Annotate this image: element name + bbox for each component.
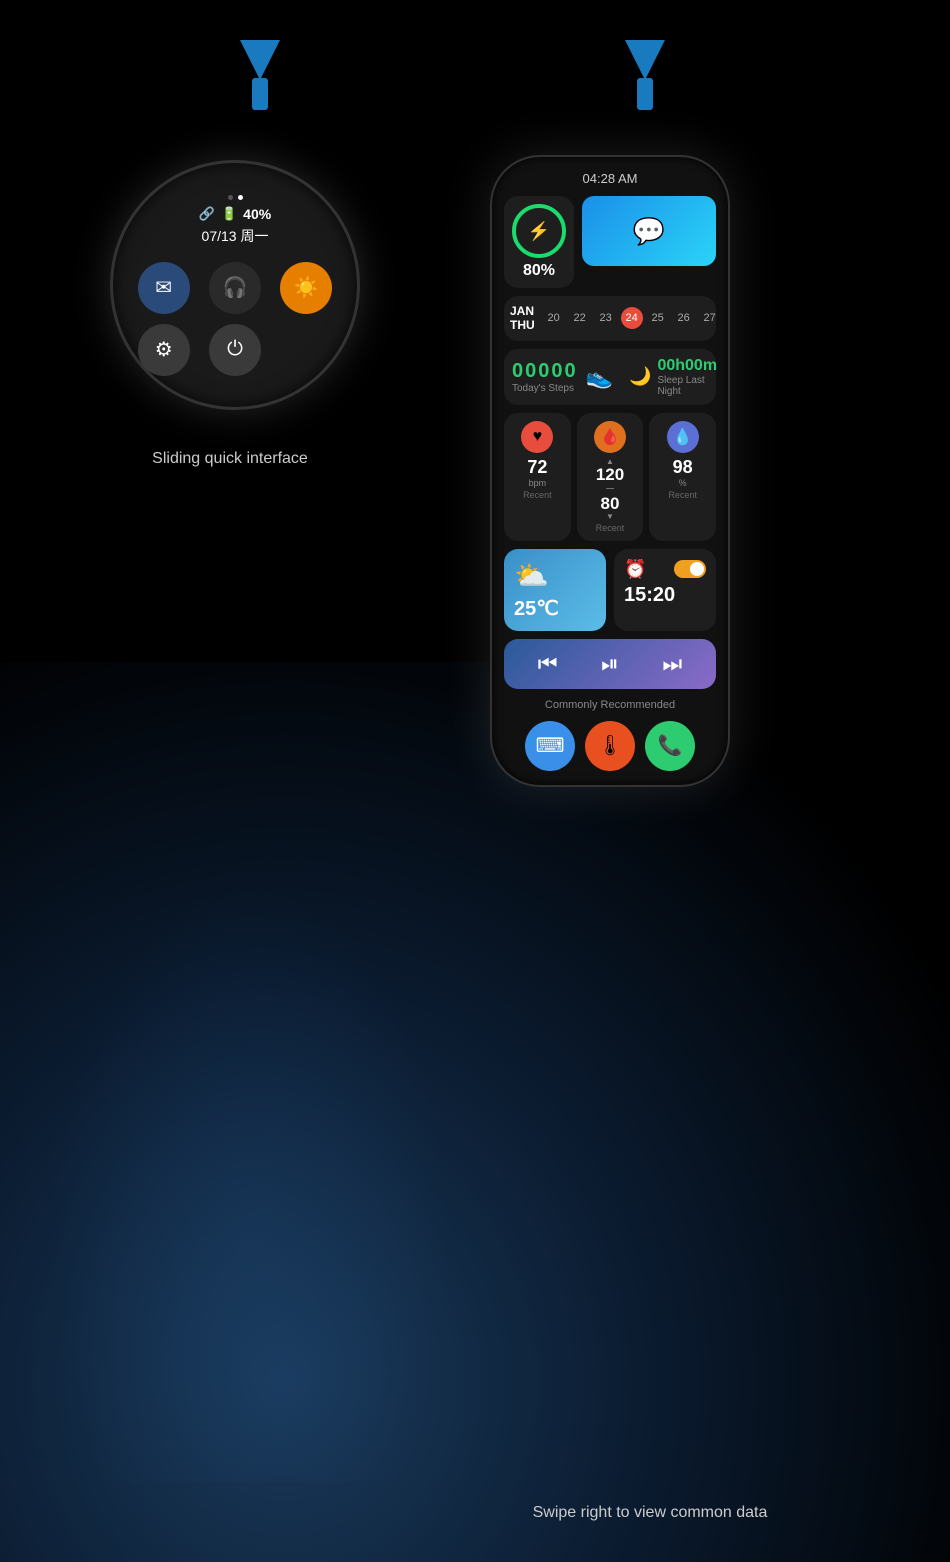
sleep-icon: 🌙 <box>629 366 651 387</box>
bp-icon: 🩸 <box>594 421 626 453</box>
arrow-down-right <box>615 30 675 110</box>
steps-value: 00000 <box>512 360 578 383</box>
charging-widget[interactable]: ⚡ 80% <box>504 196 574 288</box>
steps-label: Today's Steps <box>512 383 578 394</box>
steps-icon: 👟 <box>586 364 613 390</box>
weather-temp: 25℃ <box>514 596 559 621</box>
cal-date-22: 22 <box>569 307 591 329</box>
bp-widget[interactable]: 🩸 ▲ 120 ─ 80 ▼ Recent <box>577 413 644 541</box>
bp-label: Recent <box>596 523 625 533</box>
health-metrics: ♥ 72 bpm Recent 🩸 ▲ 120 ─ 80 ▼ Recent 💧 <box>504 413 716 541</box>
bp-values: ▲ 120 ─ 80 ▼ <box>596 457 624 521</box>
band-time: 04:28 AM <box>504 171 716 186</box>
arrow-down-left <box>230 30 290 110</box>
bp-divider: ─ <box>606 483 614 495</box>
heart-rate-value: 72 <box>527 457 547 478</box>
weather-alarm-row: ⛅ 25℃ ⏰ 15:20 <box>504 549 716 631</box>
watch-settings-icon[interactable]: ⚙ <box>138 324 190 376</box>
battery-icon: 🔋 <box>221 206 237 222</box>
alarm-time: 15:20 <box>624 584 706 607</box>
sleep-label: Sleep Last Night <box>657 375 717 397</box>
link-icon: 🔗 <box>199 206 215 222</box>
chat-widget[interactable]: 💬 <box>582 196 716 266</box>
cal-date-20: 20 <box>543 307 565 329</box>
heart-rate-widget[interactable]: ♥ 72 bpm Recent <box>504 413 571 541</box>
watch-status-bar: 🔗 🔋 40% <box>133 206 337 222</box>
spo2-unit: % <box>679 478 687 488</box>
cal-date-27: 27 <box>699 307 721 329</box>
watch-bluetooth-icon[interactable]: 🎧 <box>209 262 261 314</box>
battery-percent: 40% <box>243 206 271 222</box>
bp-diastolic: 80 <box>601 495 620 512</box>
music-play-button[interactable]: ⏯ <box>601 651 619 677</box>
watch-date: 07/13 周一 <box>133 226 337 246</box>
heart-rate-unit: bpm <box>529 478 547 488</box>
bottom-caption: Swipe right to view common data <box>400 1504 900 1522</box>
cal-date-26: 26 <box>673 307 695 329</box>
heart-rate-icon: ♥ <box>521 421 553 453</box>
sliding-label: Sliding quick interface <box>50 450 410 468</box>
steps-left: 00000 Today's Steps <box>512 360 578 394</box>
chat-icon: 💬 <box>633 216 665 247</box>
alarm-widget[interactable]: ⏰ 15:20 <box>614 549 716 631</box>
calendar-header: JAN THU 20 22 23 24 25 26 27 <box>510 304 710 333</box>
watch-app-grid: ✉ 🎧 ☀️ ⚙ ⏻ <box>133 262 337 376</box>
calendar-month-day: JAN THU <box>510 304 535 333</box>
cal-date-23: 23 <box>595 307 617 329</box>
alarm-icon: ⏰ <box>624 559 646 580</box>
keyboard-app-icon[interactable]: ⌨ <box>525 721 575 771</box>
spo2-icon: 💧 <box>667 421 699 453</box>
charging-bolt-icon: ⚡ <box>528 221 550 242</box>
sleep-value: 00h00m <box>657 357 717 375</box>
heart-rate-label: Recent <box>523 490 552 500</box>
spo2-label: Recent <box>668 490 697 500</box>
watch-power-icon[interactable]: ⏻ <box>209 324 261 376</box>
sleep-right: 🌙 00h00m Sleep Last Night <box>629 357 717 397</box>
watch-mail-icon[interactable]: ✉ <box>138 262 190 314</box>
spo2-value: 98 <box>673 457 693 478</box>
band-device: 04:28 AM ⚡ 80% 💬 JAN THU 20 <box>490 155 730 787</box>
cal-date-24: 24 <box>621 307 643 329</box>
calendar-dates: 20 22 23 24 25 26 27 <box>543 307 721 329</box>
music-widget[interactable]: ⏮ ⏯ ⏭ <box>504 639 716 689</box>
watch-brightness-icon[interactable]: ☀️ <box>280 262 332 314</box>
music-prev-button[interactable]: ⏮ <box>538 651 558 677</box>
weather-widget[interactable]: ⛅ 25℃ <box>504 549 606 631</box>
spo2-widget[interactable]: 💧 98 % Recent <box>649 413 716 541</box>
bp-arrow-down: ▼ <box>606 512 614 521</box>
recommended-label: Commonly Recommended <box>504 697 716 713</box>
charging-circle: ⚡ <box>512 204 566 258</box>
music-next-button[interactable]: ⏭ <box>662 651 682 677</box>
phone-app-icon[interactable]: 📞 <box>645 721 695 771</box>
charging-percent: 80% <box>523 262 555 280</box>
dot-2 <box>238 195 243 200</box>
steps-sleep-widget[interactable]: 00000 Today's Steps 👟 🌙 00h00m Sleep Las… <box>504 349 716 405</box>
alarm-toggle[interactable] <box>674 560 706 578</box>
bp-systolic: 120 <box>596 466 624 483</box>
app-icons-row: ⌨ 🌡 📞 <box>504 721 716 771</box>
weather-icon: ⛅ <box>514 559 549 592</box>
round-watch: 🔗 🔋 40% 07/13 周一 ✉ 🎧 ☀️ ⚙ ⏻ <box>110 160 360 410</box>
alarm-top: ⏰ <box>624 559 706 580</box>
dot-1 <box>228 195 233 200</box>
band-top-row: ⚡ 80% 💬 <box>504 196 716 288</box>
cal-date-25: 25 <box>647 307 669 329</box>
watch-dots <box>133 195 337 200</box>
health-app-icon[interactable]: 🌡 <box>585 721 635 771</box>
calendar-widget[interactable]: JAN THU 20 22 23 24 25 26 27 <box>504 296 716 341</box>
sleep-data: 00h00m Sleep Last Night <box>657 357 717 397</box>
